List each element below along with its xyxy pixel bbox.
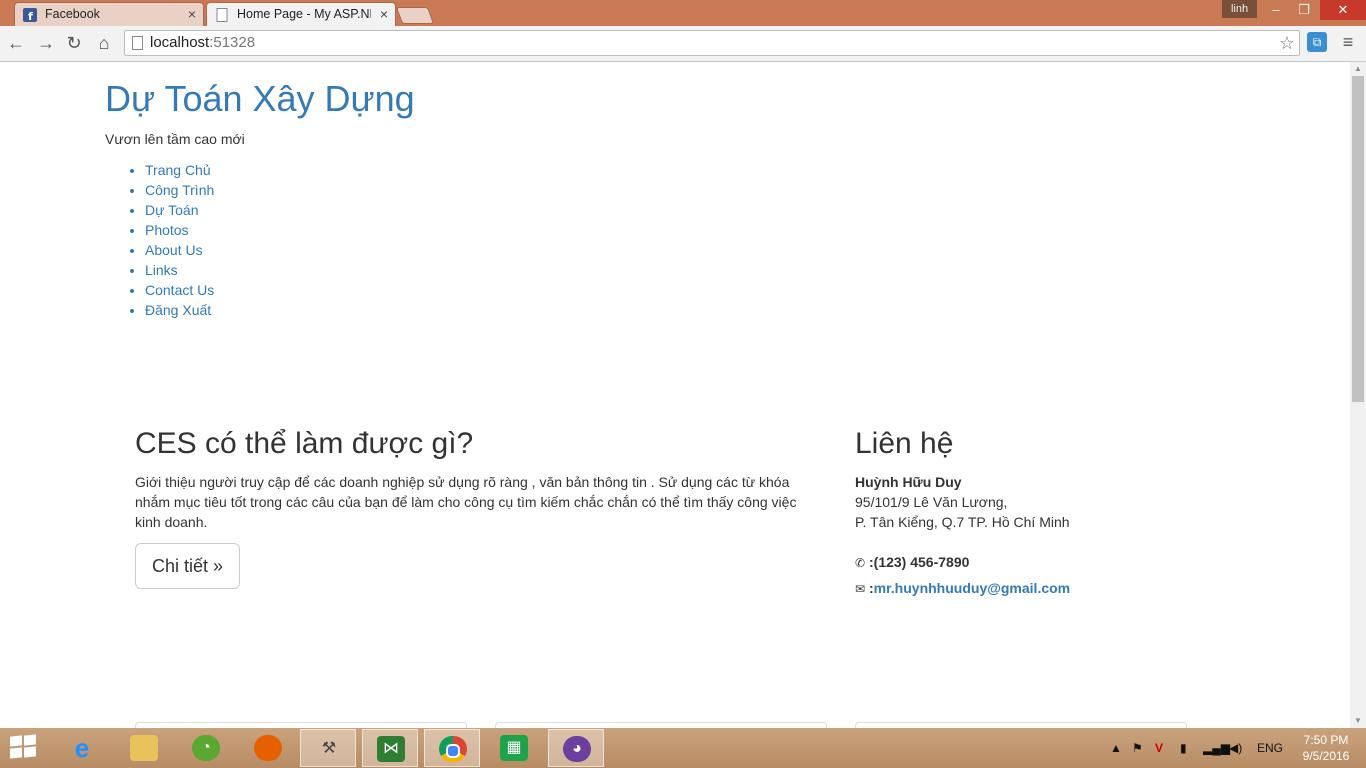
- tab-facebook[interactable]: f Facebook ×: [14, 2, 204, 26]
- site-tagline: Vươn lên tầm cao mới: [105, 131, 245, 147]
- envelope-icon: ✉: [855, 582, 866, 596]
- tab-home-page[interactable]: Home Page - My ASP.NET ×: [206, 2, 396, 26]
- address-bar[interactable]: localhost:51328 ☆: [124, 30, 1300, 56]
- file-explorer-icon[interactable]: [116, 729, 172, 767]
- reload-icon[interactable]: ↻: [62, 32, 86, 54]
- nav-item-cong-trinh[interactable]: Công Trình: [145, 182, 214, 198]
- contact-address: Huỳnh Hữu Duy 95/101/9 Lê Văn Lương, P. …: [855, 472, 1195, 532]
- page-icon: [132, 36, 143, 50]
- phone-number: :(123) 456-7890: [869, 554, 970, 570]
- tab-label: Home Page - My ASP.NET: [237, 7, 371, 21]
- intro-heading: CES có thể làm được gì?: [135, 427, 474, 460]
- contact-email: ✉:mr.huynhhuuduy@gmail.com: [855, 578, 1195, 599]
- home-icon[interactable]: ⌂: [92, 32, 116, 54]
- page-scrollbar[interactable]: ▲ ▼: [1350, 62, 1366, 728]
- signal-icon[interactable]: ▂▄▆: [1203, 728, 1230, 768]
- restore-icon[interactable]: ❐: [1290, 0, 1318, 20]
- action-center-icon[interactable]: ⚑: [1132, 728, 1143, 768]
- windows-start-icon[interactable]: [10, 734, 38, 760]
- close-tab-icon[interactable]: ×: [380, 3, 388, 25]
- address-line-2: P. Tân Kiểng, Q.7 TP. Hồ Chí Minh: [855, 514, 1070, 530]
- detail-button[interactable]: Chi tiết »: [135, 543, 241, 589]
- page-icon: [215, 7, 229, 22]
- store-icon[interactable]: ▦: [486, 729, 542, 767]
- nav-item-photos[interactable]: Photos: [145, 222, 189, 238]
- url-text: localhost:51328: [150, 34, 256, 51]
- forward-icon[interactable]: →: [34, 32, 58, 54]
- windows-taskbar: e ◔ ⚒ ⋈ ▦ ◕ ▲ ⚑ V ▮ ▂▄▆ ◀) ENG 7:50 PM 9…: [0, 728, 1366, 768]
- nav-item-du-toan[interactable]: Dự Toán: [145, 202, 198, 218]
- contact-phone: ✆:(123) 456-7890: [855, 552, 1195, 573]
- profile-badge[interactable]: linh: [1222, 0, 1257, 18]
- intro-section: CES có thể làm được gì? Giới thiệu người…: [135, 426, 825, 589]
- chrome-icon[interactable]: [424, 729, 480, 767]
- facebook-icon: f: [23, 7, 37, 23]
- intro-paragraph: Giới thiệu người truy cập để các doanh n…: [135, 474, 797, 530]
- main-nav: Trang Chủ Công Trình Dự Toán Photos Abou…: [105, 160, 214, 320]
- back-icon[interactable]: ←: [4, 32, 28, 54]
- new-tab-button[interactable]: [395, 7, 435, 24]
- clock-date: 9/5/2016: [1302, 749, 1350, 763]
- close-window-icon[interactable]: ✕: [1320, 0, 1366, 20]
- browser-titlebar: f Facebook × Home Page - My ASP.NET × li…: [0, 0, 1366, 26]
- nav-item-trang-chu[interactable]: Trang Chủ: [145, 162, 211, 178]
- internet-explorer-icon[interactable]: e: [54, 729, 110, 767]
- menu-icon[interactable]: ≡: [1338, 32, 1358, 52]
- close-tab-icon[interactable]: ×: [188, 3, 196, 25]
- nav-item-links[interactable]: Links: [145, 262, 178, 278]
- battery-icon[interactable]: ▮: [1180, 728, 1187, 768]
- site-title[interactable]: Dự Toán Xây Dựng: [105, 78, 415, 120]
- system-clock[interactable]: 7:50 PM 9/5/2016: [1296, 732, 1356, 764]
- tab-label: Facebook: [45, 7, 100, 21]
- bookmark-star-icon[interactable]: ☆: [1279, 31, 1295, 55]
- scroll-thumb[interactable]: [1352, 76, 1364, 402]
- show-hidden-icons[interactable]: ▲: [1110, 728, 1122, 768]
- visual-studio-icon[interactable]: ⋈: [362, 729, 418, 767]
- scroll-up-icon[interactable]: ▲: [1350, 62, 1366, 76]
- firefox-icon[interactable]: [240, 729, 296, 767]
- phone-icon: ✆: [855, 556, 866, 570]
- vivaldi-tray-icon[interactable]: V: [1155, 728, 1163, 768]
- tools-icon[interactable]: ⚒: [300, 729, 356, 767]
- contact-name: Huỳnh Hữu Duy: [855, 474, 962, 490]
- address-line-1: 95/101/9 Lê Văn Lương,: [855, 494, 1008, 510]
- github-icon[interactable]: ◕: [548, 729, 604, 767]
- volume-icon[interactable]: ◀): [1229, 728, 1242, 768]
- email-link[interactable]: mr.huynhhuuduy@gmail.com: [874, 580, 1070, 596]
- page-viewport: Dự Toán Xây Dựng Vươn lên tầm cao mới Tr…: [0, 62, 1350, 728]
- nav-item-contact-us[interactable]: Contact Us: [145, 282, 214, 298]
- nav-item-dang-xuat[interactable]: Đăng Xuất: [145, 302, 211, 318]
- svg-text:f: f: [28, 10, 33, 22]
- contact-heading: Liên hệ: [855, 427, 954, 460]
- contact-section: Liên hệ Huỳnh Hữu Duy 95/101/9 Lê Văn Lư…: [855, 426, 1195, 599]
- nav-item-about-us[interactable]: About Us: [145, 242, 203, 258]
- app-green-icon[interactable]: ◔: [178, 729, 234, 767]
- minimize-icon[interactable]: –: [1262, 0, 1290, 20]
- browser-toolbar: ← → ↻ ⌂ localhost:51328 ☆: [0, 26, 1366, 62]
- language-indicator[interactable]: ENG: [1257, 728, 1283, 768]
- extension-icon[interactable]: ⧉: [1307, 32, 1327, 52]
- clock-time: 7:50 PM: [1303, 733, 1349, 747]
- scroll-down-icon[interactable]: ▼: [1350, 714, 1366, 728]
